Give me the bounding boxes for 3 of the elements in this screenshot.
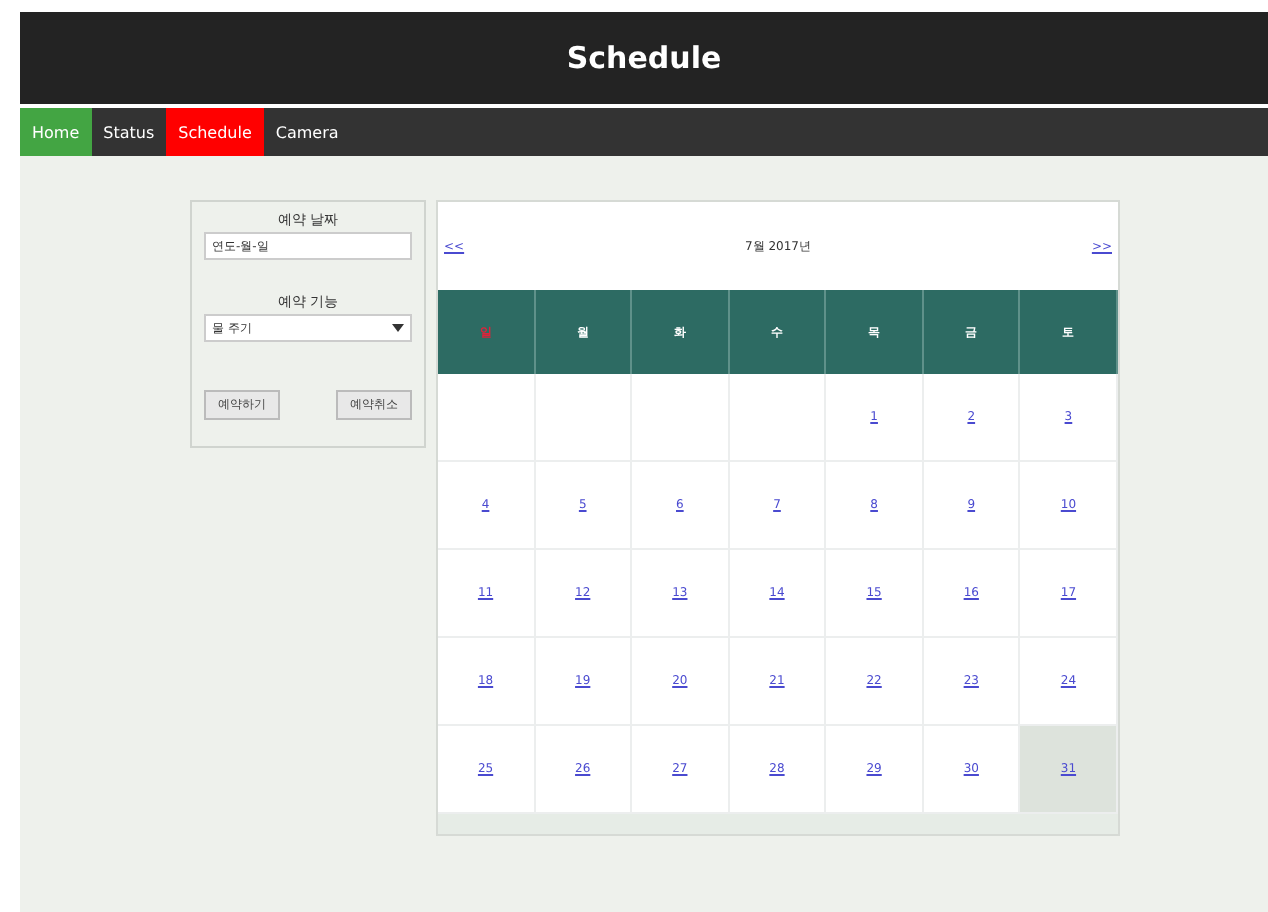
nav-link[interactable]: Schedule [166, 108, 264, 156]
page-title: Schedule [566, 40, 722, 76]
caret-icon [392, 324, 404, 332]
